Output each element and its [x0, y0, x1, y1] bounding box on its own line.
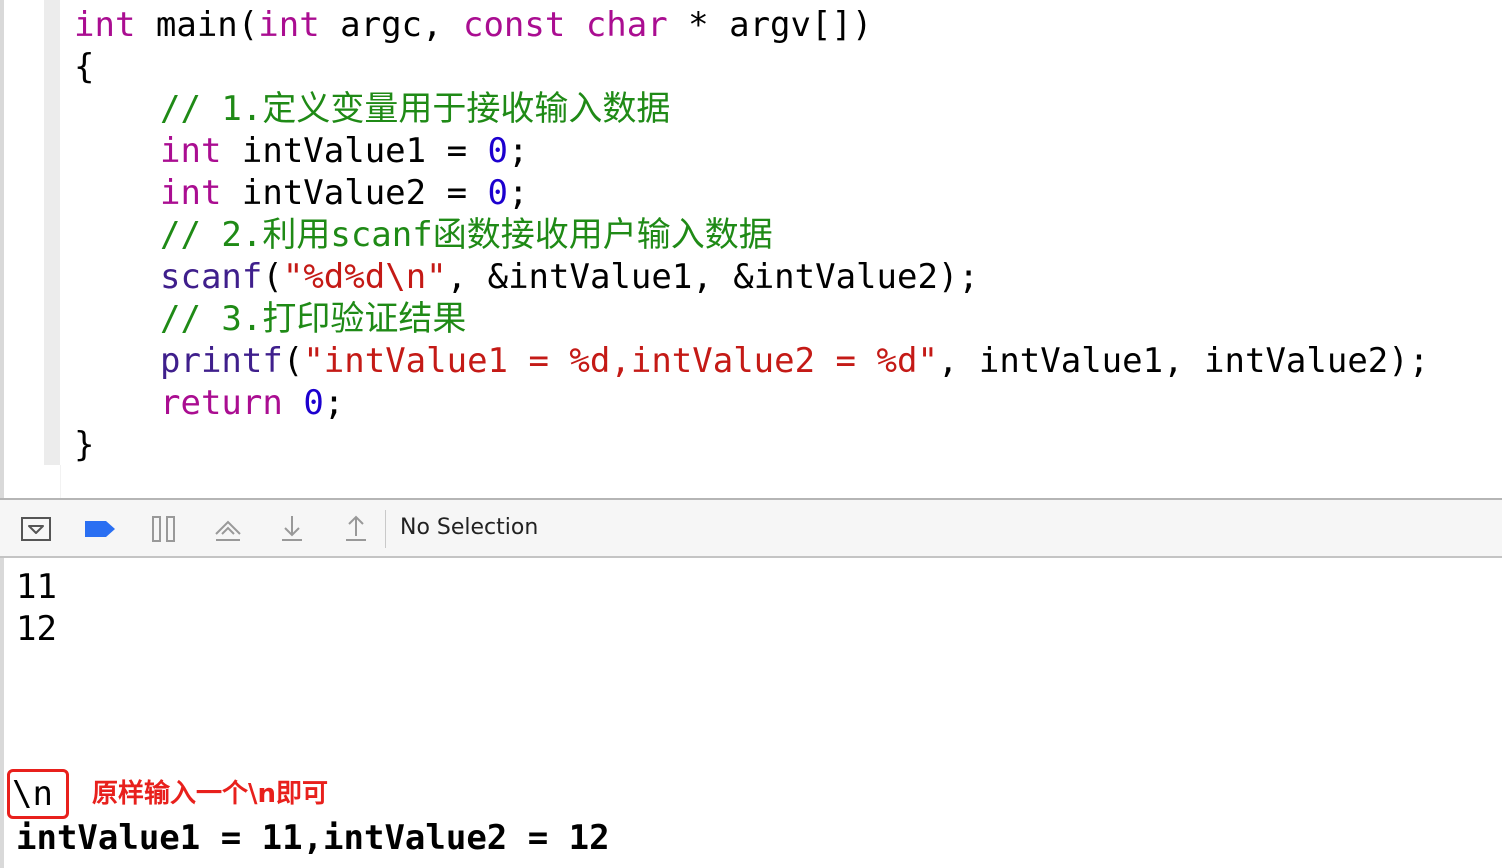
keyword: return	[160, 383, 283, 423]
code-editor[interactable]: int main(int argc, const char * argv[]) …	[0, 0, 1502, 498]
console-input-line: 12	[16, 609, 57, 649]
editor-left-edge	[0, 0, 4, 498]
code-line-11: }	[74, 425, 95, 465]
console-input-line: 11	[16, 567, 57, 607]
keyword: int	[160, 173, 222, 213]
code-text: ;	[508, 131, 529, 171]
function-name: printf	[160, 341, 283, 381]
code-text: argc,	[319, 5, 463, 45]
pause-icon[interactable]	[148, 514, 180, 544]
debug-toolbar: No Selection	[0, 498, 1502, 558]
keyword: int	[74, 5, 136, 45]
toolbar-separator	[385, 510, 386, 548]
console-output[interactable]: 11 12 \n 原样输入一个\n即可 intValue1 = 11,intVa…	[0, 558, 1502, 868]
function-name: scanf	[160, 257, 263, 297]
code-text: main(	[135, 5, 259, 45]
code-text: ;	[508, 173, 529, 213]
hide-console-icon[interactable]	[20, 514, 52, 544]
code-line-10: return 0;	[160, 382, 344, 424]
console-left-edge	[0, 558, 4, 868]
status-label: No Selection	[400, 515, 539, 540]
breakpoint-icon[interactable]	[84, 514, 116, 544]
annotation-label: 原样输入一个\n即可	[92, 779, 329, 809]
editor-gutter-tail	[60, 465, 61, 498]
console-newline-input: \n	[12, 774, 53, 814]
keyword: char	[585, 5, 668, 45]
code-line-9: printf("intValue1 = %d,intValue2 = %d", …	[160, 340, 1429, 382]
number-literal: 0	[303, 383, 324, 423]
console-result-line: intValue1 = 11,intValue2 = 12	[16, 818, 610, 858]
step-into-icon[interactable]	[276, 514, 308, 544]
code-line-2: {	[74, 47, 95, 87]
code-text: , &intValue1, &intValue2);	[446, 257, 979, 297]
number-literal: 0	[487, 131, 509, 171]
string-literal: "%d%d\n"	[282, 257, 447, 297]
code-text: ;	[323, 383, 345, 423]
code-line-1: int main(int argc, const char * argv[])	[74, 4, 872, 46]
string-literal: "intValue1 = %d,intValue2 = %d"	[303, 341, 938, 381]
code-text: intValue2 =	[221, 173, 488, 213]
code-comment-1: // 1.定义变量用于接收输入数据	[160, 89, 671, 129]
code-text: (	[262, 257, 283, 297]
code-line-4: int intValue1 = 0;	[160, 130, 529, 172]
keyword: int	[160, 131, 222, 171]
step-out-icon[interactable]	[340, 514, 372, 544]
keyword: const	[462, 5, 566, 45]
editor-gutter	[44, 0, 60, 465]
code-text: , intValue1, intValue2);	[937, 341, 1430, 381]
keyword: int	[258, 5, 320, 45]
code-comment-3: // 3.打印验证结果	[160, 299, 467, 339]
code-comment-2: // 2.利用scanf函数接收用户输入数据	[160, 215, 773, 255]
code-line-5: int intValue2 = 0;	[160, 172, 529, 214]
code-line-7: scanf("%d%d\n", &intValue1, &intValue2);	[160, 256, 979, 298]
code-text: * argv[])	[667, 5, 873, 45]
step-over-icon[interactable]	[212, 514, 244, 544]
code-text: intValue1 =	[221, 131, 488, 171]
code-text: (	[282, 341, 304, 381]
number-literal: 0	[487, 173, 509, 213]
